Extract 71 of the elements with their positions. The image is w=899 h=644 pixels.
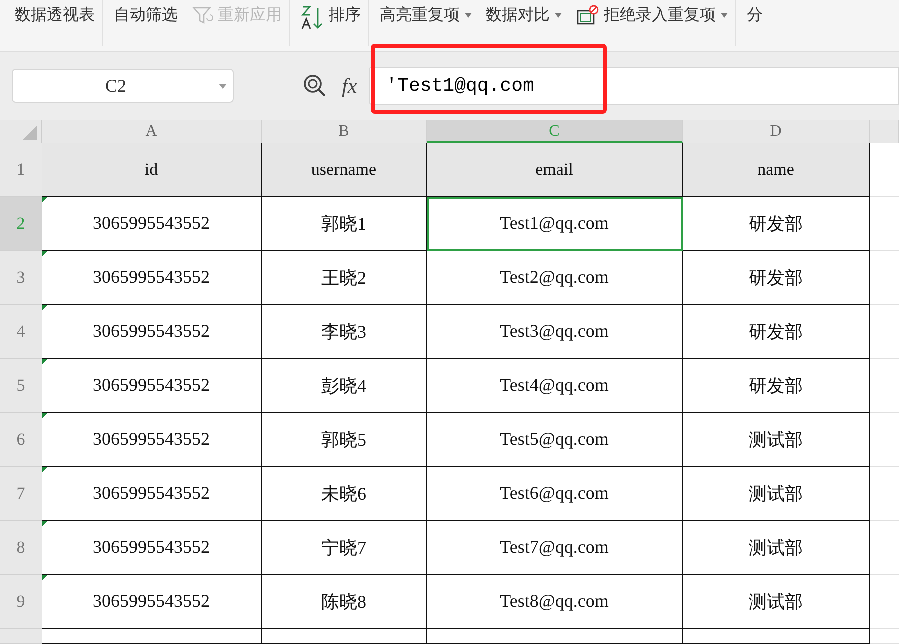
table-cell: Test8@qq.com xyxy=(427,575,683,629)
error-flag-icon xyxy=(42,521,48,527)
caret-icon xyxy=(555,13,562,18)
toolbar-button[interactable]: 数据对比 xyxy=(479,0,569,46)
table-cell: username xyxy=(262,143,427,197)
table-cell: 测试部 xyxy=(683,521,870,575)
row-header[interactable]: 1 xyxy=(0,143,42,197)
caret-icon xyxy=(721,13,728,18)
table-cell: 研发部 xyxy=(683,305,870,359)
table-cell: 陈晓8 xyxy=(262,575,427,629)
name-box[interactable]: C2 xyxy=(12,69,234,103)
error-flag-icon xyxy=(42,467,48,473)
row-header[interactable]: 4 xyxy=(0,305,42,359)
table-cell: Test3@qq.com xyxy=(427,305,683,359)
row-header[interactable]: 5 xyxy=(0,359,42,413)
table-cell: 测试部 xyxy=(683,575,870,629)
error-flag-icon xyxy=(42,413,48,419)
table-cell: 测试部 xyxy=(683,467,870,521)
caret-icon xyxy=(465,13,472,18)
sort-icon xyxy=(301,5,325,31)
table-cell: 郭晓1 xyxy=(262,197,427,251)
row-header[interactable]: 3 xyxy=(0,251,42,305)
table-cell: 3065995543552 xyxy=(42,305,262,359)
toolbar-button[interactable]: 高亮重复项 xyxy=(373,0,479,46)
toolbar-button[interactable]: 分 xyxy=(740,0,770,46)
toolbar-button[interactable]: 数据透视表 xyxy=(8,0,103,46)
table-cell: 宁晓7 xyxy=(262,521,427,575)
table-cell: 测试部 xyxy=(683,413,870,467)
table-cell: 3065995543552 xyxy=(42,467,262,521)
row-header[interactable] xyxy=(0,629,42,644)
table-cell: 郭晓5 xyxy=(262,413,427,467)
caret-icon xyxy=(219,84,227,88)
table-cell: Test4@qq.com xyxy=(427,359,683,413)
table-cell: 王晓2 xyxy=(262,251,427,305)
error-flag-icon xyxy=(42,575,48,581)
reject-duplicate-icon xyxy=(576,5,600,27)
filter-icon xyxy=(192,5,214,27)
table-cell: 未晓6 xyxy=(262,467,427,521)
table-cell: 3065995543552 xyxy=(42,575,262,629)
formula-field[interactable]: 'Test1@qq.com xyxy=(369,67,899,105)
zoom-icon[interactable] xyxy=(302,73,328,99)
table-cell: 研发部 xyxy=(683,359,870,413)
table-cell: 3065995543552 xyxy=(42,251,262,305)
table-cell: name xyxy=(683,143,870,197)
table-cell: 研发部 xyxy=(683,251,870,305)
table-cell: Test6@qq.com xyxy=(427,467,683,521)
table-cell: Test1@qq.com xyxy=(427,197,683,251)
table-cell: Test5@qq.com xyxy=(427,413,683,467)
row-header[interactable]: 9 xyxy=(0,575,42,629)
table-cell: 彭晓4 xyxy=(262,359,427,413)
table-cell: Test2@qq.com xyxy=(427,251,683,305)
table-cell: email xyxy=(427,143,683,197)
error-flag-icon xyxy=(42,305,48,311)
row-header[interactable]: 7 xyxy=(0,467,42,521)
table-cell: id xyxy=(42,143,262,197)
table-cell: 3065995543552 xyxy=(42,521,262,575)
function-button[interactable]: fx xyxy=(342,74,358,98)
error-flag-icon xyxy=(42,359,48,365)
toolbar-button[interactable]: 自动筛选 xyxy=(107,0,185,46)
table-cell: 李晓3 xyxy=(262,305,427,359)
table-cell: 3065995543552 xyxy=(42,197,262,251)
row-header[interactable]: 6 xyxy=(0,413,42,467)
toolbar-button[interactable]: 排序 xyxy=(294,0,369,46)
error-flag-icon xyxy=(42,251,48,257)
select-all-icon[interactable] xyxy=(23,126,37,140)
table-cell: 3065995543552 xyxy=(42,359,262,413)
table-cell: 研发部 xyxy=(683,197,870,251)
table-cell: 3065995543552 xyxy=(42,413,262,467)
table-cell: Test7@qq.com xyxy=(427,521,683,575)
row-header[interactable]: 8 xyxy=(0,521,42,575)
toolbar-button[interactable]: 拒绝录入重复项 xyxy=(569,0,736,46)
